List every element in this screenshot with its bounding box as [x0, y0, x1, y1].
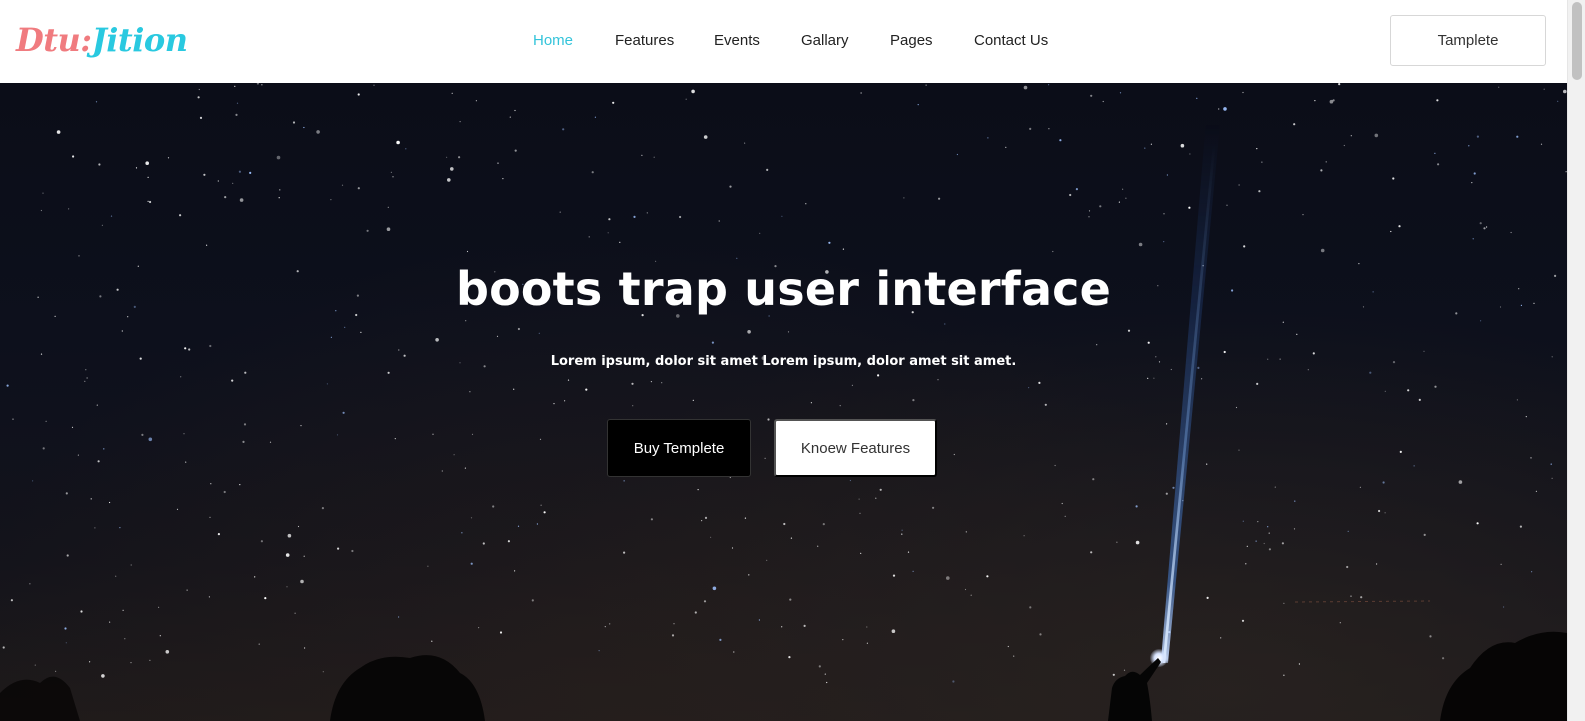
nav-link-contact-us[interactable]: Contact Us [974, 30, 1048, 52]
hero-section: boots trap user interface Lorem ipsum, d… [0, 83, 1567, 721]
nav-link-pages[interactable]: Pages [890, 30, 933, 52]
template-button[interactable]: Tamplete [1390, 15, 1546, 66]
page-scrollbar[interactable] [1567, 0, 1585, 721]
nav-link-features[interactable]: Features [615, 30, 674, 52]
navbar: Dtu:Jition Home Features Events Gallary … [0, 0, 1567, 83]
nav-link-home[interactable]: Home [533, 30, 573, 52]
hero-title: boots trap user interface [455, 262, 1112, 316]
landscape-silhouette [0, 600, 1567, 721]
buy-template-button[interactable]: Buy Templete [607, 419, 751, 477]
hero-subtitle: Lorem ipsum, dolor sit amet Lorem ipsum,… [550, 354, 1017, 369]
nav-link-events[interactable]: Events [714, 30, 760, 52]
nav-links: Home Features Events Gallary Pages Conta… [0, 30, 1567, 52]
scrollbar-thumb[interactable] [1572, 2, 1582, 80]
know-features-button[interactable]: Knoew Features [774, 419, 937, 477]
nav-link-gallary[interactable]: Gallary [801, 30, 849, 52]
